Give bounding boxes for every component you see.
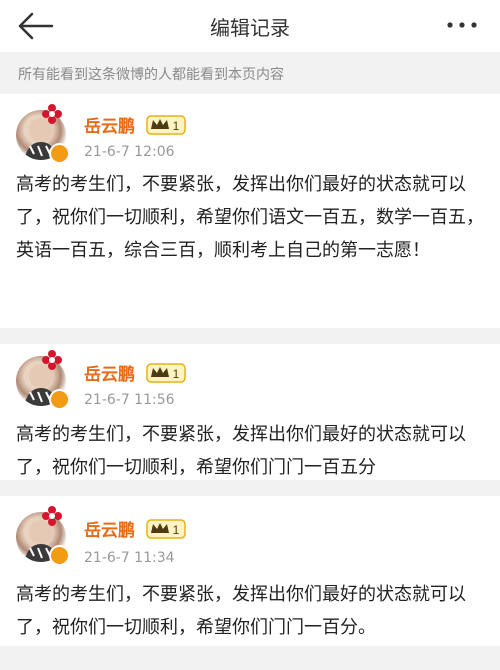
level-badge-icon: 1 (146, 363, 186, 383)
level-badge-icon: 1 (146, 519, 186, 539)
timestamp: 21-6-7 11:56 (84, 392, 175, 408)
username[interactable]: 岳云鹏 (84, 112, 135, 137)
top-bar: 编辑记录 (0, 0, 500, 52)
edit-record-card: 岳云鹏 1 21-6-7 11:56 高考的考生们，不要紧张，发挥出你们最好的状… (0, 344, 500, 480)
level-badge-icon: 1 (146, 115, 186, 135)
flower-icon (42, 350, 62, 370)
username[interactable]: 岳云鹏 (84, 360, 135, 385)
flower-icon (42, 506, 62, 526)
avatar[interactable] (16, 104, 70, 164)
verified-badge-icon (49, 143, 70, 164)
more-dots-icon (447, 22, 477, 28)
avatar[interactable] (16, 350, 70, 410)
more-button[interactable] (442, 12, 482, 38)
notice-text: 所有能看到这条微博的人都能看到本页内容 (18, 67, 284, 83)
timestamp: 21-6-7 11:34 (84, 550, 175, 566)
verified-badge-icon (49, 389, 70, 410)
username[interactable]: 岳云鹏 (84, 516, 135, 541)
level-number: 1 (173, 367, 180, 381)
page-title: 编辑记录 (210, 16, 290, 40)
avatar[interactable] (16, 506, 70, 566)
post-content: 高考的考生们，不要紧张，发挥出你们最好的状态就可以了，祝你们一切顺利，希望你们语… (16, 174, 484, 261)
post-content: 高考的考生们，不要紧张，发挥出你们最好的状态就可以了，祝你们一切顺利，希望你们门… (16, 424, 466, 478)
visibility-notice: 所有能看到这条微博的人都能看到本页内容 (0, 52, 500, 94)
timestamp: 21-6-7 12:06 (84, 144, 175, 160)
verified-badge-icon (49, 545, 70, 566)
edit-record-card: 岳云鹏 1 21-6-7 11:34 高考的考生们，不要紧张，发挥出你们最好的状… (0, 496, 500, 646)
flower-icon (42, 104, 62, 124)
edit-record-card: 岳云鹏 1 21-6-7 12:06 高考的考生们，不要紧张，发挥出你们最好的状… (0, 94, 500, 328)
level-number: 1 (173, 119, 180, 133)
post-content: 高考的考生们，不要紧张，发挥出你们最好的状态就可以了，祝你们一切顺利，希望你们门… (16, 584, 466, 638)
level-number: 1 (173, 523, 180, 537)
